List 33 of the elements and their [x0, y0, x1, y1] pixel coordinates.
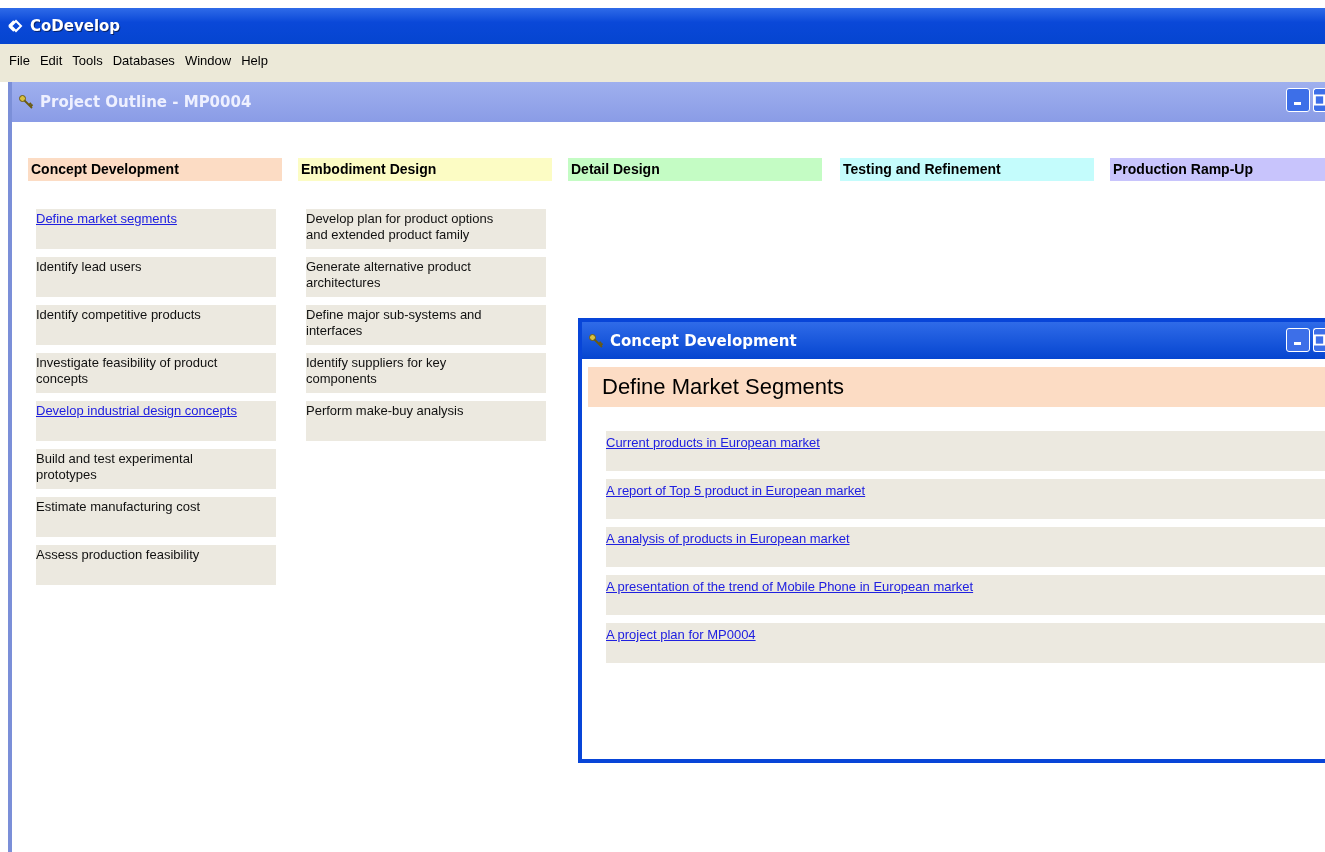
document-link[interactable]: A analysis of products in European market — [606, 531, 850, 546]
menu-item[interactable]: File — [4, 50, 35, 70]
menu-item[interactable]: Databases — [107, 50, 180, 70]
task-card[interactable]: Define major sub-systems and interfaces — [306, 305, 546, 345]
document-link[interactable]: A report of Top 5 product in European market — [606, 483, 866, 498]
menu-item[interactable]: Tools — [67, 50, 108, 70]
task-card[interactable]: Identify competitive products — [36, 305, 276, 345]
phase-header: Concept Development — [28, 158, 282, 181]
phase-header: Testing and Refinement — [840, 158, 1094, 181]
menu-item[interactable]: Window — [179, 50, 237, 70]
task-card[interactable]: Estimate manufacturing cost — [36, 497, 276, 537]
document-link[interactable]: Current products in European market — [606, 435, 820, 450]
task-card[interactable]: Develop plan for product options and extended product family — [306, 209, 546, 249]
app-title: CoDevelop — [30, 17, 121, 35]
section-heading: Define Market Segments — [588, 367, 1325, 407]
menu-item[interactable]: Help — [236, 50, 273, 70]
window-title: Project Outline - MP0004 — [40, 93, 252, 111]
menu-item[interactable]: Edit — [34, 50, 68, 70]
task-link[interactable]: Define market segments — [36, 211, 177, 226]
task-card[interactable]: Identify suppliers for key components — [306, 353, 546, 393]
task-link[interactable]: Develop industrial design concepts — [36, 403, 237, 418]
task-card[interactable]: Investigate feasibility of product concepts — [36, 353, 276, 393]
window-title: Concept Development — [610, 331, 797, 350]
phase-header: Embodiment Design — [298, 158, 552, 181]
task-card[interactable]: Build and test experimental prototypes — [36, 449, 276, 489]
document-link[interactable]: A project plan for MP0004 — [606, 627, 756, 642]
task-card[interactable]: Perform make-buy analysis — [306, 401, 546, 441]
task-card[interactable]: Identify lead users — [36, 257, 276, 297]
task-card[interactable]: Generate alternative product architectures — [306, 257, 546, 297]
task-card[interactable]: Assess production feasibility — [36, 545, 276, 585]
phase-header: Detail Design — [568, 158, 822, 181]
phase-header: Production Ramp-Up — [1110, 158, 1325, 181]
document-link[interactable]: A presentation of the trend of Mobile Phone in European market — [606, 579, 974, 594]
